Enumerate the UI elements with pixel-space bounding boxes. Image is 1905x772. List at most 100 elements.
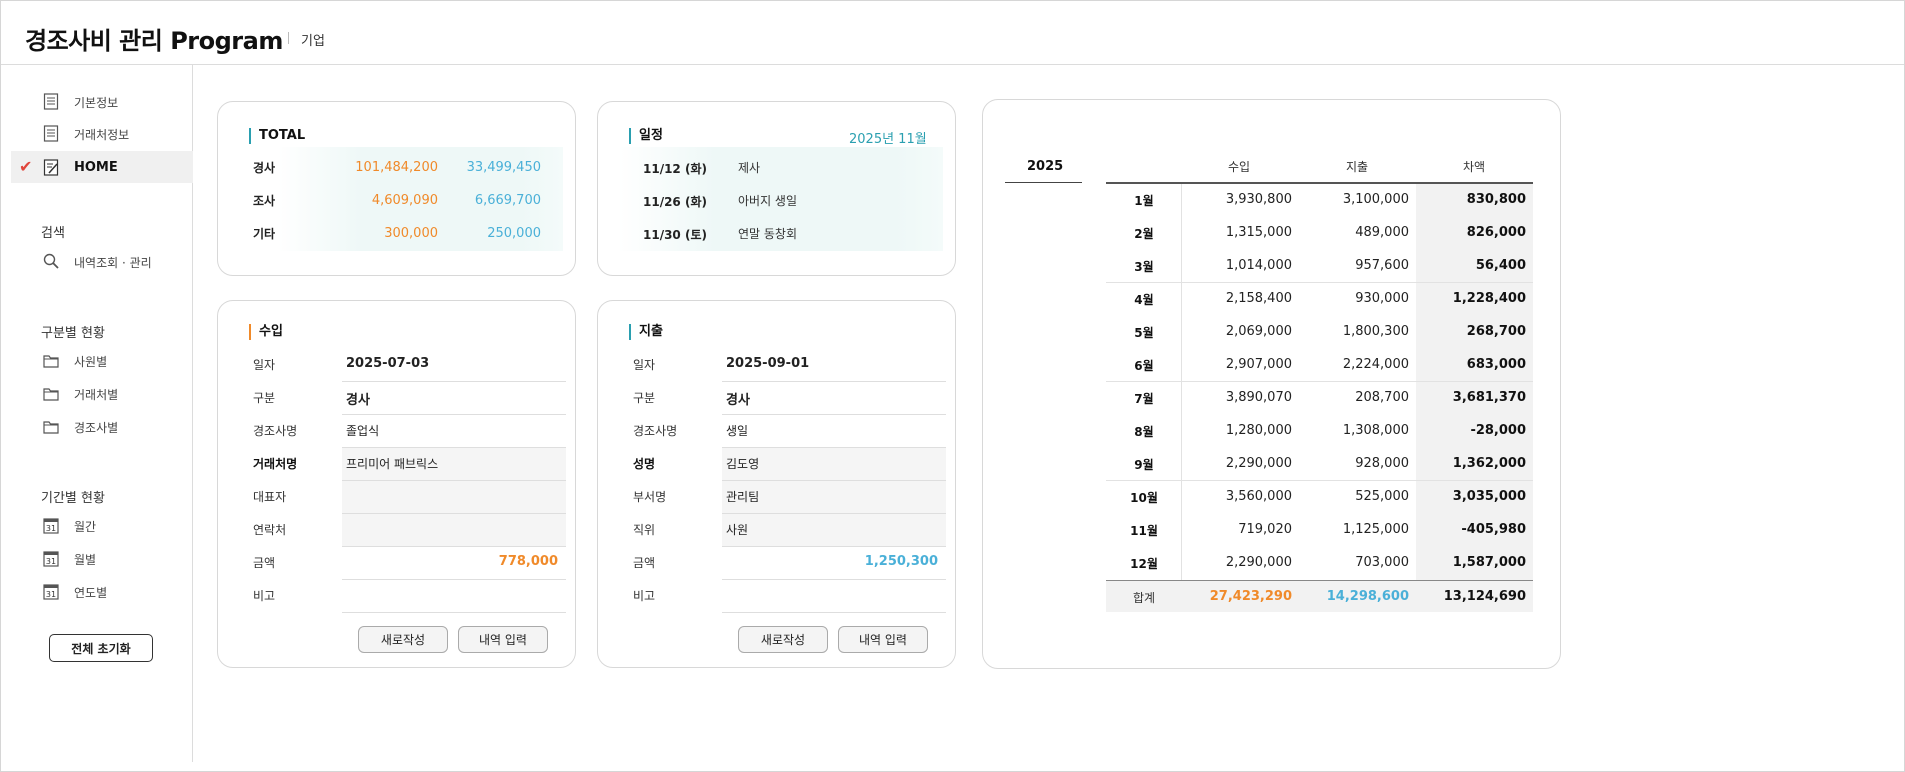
field-underline bbox=[722, 546, 946, 547]
summary-year: 2025 bbox=[1027, 159, 1064, 174]
month-expense: 1,800,300 bbox=[1342, 324, 1409, 339]
month-difference: 56,400 bbox=[1475, 258, 1526, 273]
year-underline bbox=[1005, 182, 1082, 183]
month-expense: 930,000 bbox=[1355, 291, 1409, 306]
month-label: 7월 bbox=[1134, 392, 1154, 406]
calendar-icon: 31 bbox=[43, 518, 59, 534]
schedule-date: 11/26 (화) bbox=[643, 195, 707, 209]
field-label: 일자 bbox=[633, 358, 656, 372]
sidebar-item-by-year[interactable]: 31 연도별 bbox=[11, 575, 193, 607]
sidebar: 기본정보 거래처정보 ✔ HOME 검색 내역조회 · 관리 구분별 현황 사원… bbox=[1, 65, 193, 762]
field-underline bbox=[342, 546, 566, 547]
folder-icon bbox=[43, 388, 59, 401]
income-form-card: 수입 일자 2025-07-03 구분 경사 경조사명 졸업식 거래처명 프리미… bbox=[217, 300, 576, 668]
reset-all-button[interactable]: 전체 초기화 bbox=[49, 634, 153, 662]
folder-icon bbox=[43, 355, 59, 368]
client-name-field[interactable]: 프리미어 패브릭스 bbox=[346, 455, 438, 472]
month-label: 4월 bbox=[1134, 293, 1154, 307]
month-label: 2월 bbox=[1134, 227, 1154, 241]
schedule-event: 제사 bbox=[738, 161, 761, 175]
month-expense: 703,000 bbox=[1355, 555, 1409, 570]
new-entry-button[interactable]: 새로작성 bbox=[738, 626, 828, 653]
date-field[interactable]: 2025-09-01 bbox=[726, 356, 809, 371]
total-income: 27,423,290 bbox=[1209, 589, 1292, 604]
month-expense: 1,125,000 bbox=[1342, 522, 1409, 537]
calendar-icon: 31 bbox=[43, 584, 59, 600]
schedule-card: 일정 2025년 11월 11/12 (화) 제사 11/26 (화) 아버지 … bbox=[597, 101, 956, 276]
sidebar-item-by-event[interactable]: 경조사별 bbox=[11, 410, 193, 442]
submit-entry-button[interactable]: 내역 입력 bbox=[838, 626, 928, 653]
sidebar-item-monthly-view[interactable]: 31 월간 bbox=[11, 509, 193, 541]
svg-text:31: 31 bbox=[46, 524, 56, 533]
field-underline bbox=[722, 513, 946, 514]
total-expense: 14,298,600 bbox=[1326, 589, 1409, 604]
expense-form-card: 지출 일자 2025-09-01 구분 경사 경조사명 생일 성명 김도영 부서… bbox=[597, 300, 956, 668]
month-income: 3,560,000 bbox=[1225, 489, 1292, 504]
field-label: 성명 bbox=[633, 457, 656, 471]
new-entry-button[interactable]: 새로작성 bbox=[358, 626, 448, 653]
amount-field[interactable]: 778,000 bbox=[438, 554, 558, 569]
schedule-date: 11/30 (토) bbox=[643, 228, 707, 242]
amount-field[interactable]: 1,250,300 bbox=[818, 554, 938, 569]
field-label: 구분 bbox=[633, 391, 656, 405]
month-income: 1,315,000 bbox=[1225, 225, 1292, 240]
calendar-icon: 31 bbox=[43, 551, 59, 567]
month-expense: 208,700 bbox=[1355, 390, 1409, 405]
schedule-date: 11/12 (화) bbox=[643, 162, 707, 176]
column-header-expense: 지출 bbox=[1345, 160, 1369, 174]
month-column-divider bbox=[1181, 184, 1182, 580]
month-difference: 3,035,000 bbox=[1452, 489, 1526, 504]
category-field[interactable]: 경사 bbox=[726, 389, 750, 408]
month-expense: 2,224,000 bbox=[1342, 357, 1409, 372]
total-row-income: 4,609,090 bbox=[371, 193, 438, 208]
sidebar-item-by-employee[interactable]: 사원별 bbox=[11, 344, 193, 376]
sidebar-item-basic-info[interactable]: 기본정보 bbox=[11, 85, 193, 117]
submit-entry-button[interactable]: 내역 입력 bbox=[458, 626, 548, 653]
event-name-field[interactable]: 생일 bbox=[726, 422, 748, 439]
month-difference: 683,000 bbox=[1466, 357, 1526, 372]
document-icon bbox=[43, 93, 59, 110]
field-underline bbox=[722, 381, 946, 382]
total-row-label: 경사 bbox=[253, 161, 276, 175]
field-label: 비고 bbox=[253, 589, 276, 603]
month-label: 11월 bbox=[1130, 524, 1158, 538]
date-field[interactable]: 2025-07-03 bbox=[346, 356, 429, 371]
total-card-title: TOTAL bbox=[249, 128, 305, 144]
sidebar-item-label: 월별 bbox=[74, 553, 97, 567]
quarter-divider bbox=[1106, 381, 1533, 382]
month-income: 2,290,000 bbox=[1225, 456, 1292, 471]
total-row-label: 기타 bbox=[253, 227, 276, 241]
total-row-income: 101,484,200 bbox=[355, 160, 438, 175]
schedule-card-title: 일정 bbox=[629, 128, 663, 144]
field-underline bbox=[342, 579, 566, 580]
field-underline bbox=[722, 612, 946, 613]
sidebar-item-by-month[interactable]: 31 월별 bbox=[11, 542, 193, 574]
field-label: 비고 bbox=[633, 589, 656, 603]
month-income: 3,930,800 bbox=[1225, 192, 1292, 207]
month-label: 10월 bbox=[1130, 491, 1158, 505]
sidebar-item-client-info[interactable]: 거래처정보 bbox=[11, 117, 193, 149]
sidebar-item-by-client[interactable]: 거래처별 bbox=[11, 377, 193, 409]
month-expense: 1,308,000 bbox=[1342, 423, 1409, 438]
field-label: 연락처 bbox=[253, 523, 287, 537]
sidebar-item-label: 거래처별 bbox=[74, 388, 119, 402]
app-subtitle: 기업 bbox=[301, 34, 325, 49]
field-underline bbox=[722, 414, 946, 415]
svg-text:31: 31 bbox=[46, 590, 56, 599]
field-underline bbox=[342, 513, 566, 514]
person-name-field[interactable]: 김도영 bbox=[726, 455, 759, 472]
month-expense: 525,000 bbox=[1355, 489, 1409, 504]
quarter-divider bbox=[1106, 480, 1533, 481]
sidebar-item-label: 월간 bbox=[74, 520, 97, 534]
field-label: 구분 bbox=[253, 391, 276, 405]
field-underline bbox=[722, 480, 946, 481]
position-field[interactable]: 사원 bbox=[726, 521, 748, 538]
sidebar-item-home[interactable]: ✔ HOME bbox=[11, 151, 193, 183]
total-row-income: 300,000 bbox=[384, 226, 438, 241]
total-row-label: 합계 bbox=[1132, 591, 1156, 605]
sidebar-item-search[interactable]: 내역조회 · 관리 bbox=[11, 245, 193, 277]
event-name-field[interactable]: 졸업식 bbox=[346, 422, 379, 439]
category-field[interactable]: 경사 bbox=[346, 389, 370, 408]
quarter-divider bbox=[1106, 282, 1533, 283]
department-field[interactable]: 관리팀 bbox=[726, 488, 759, 505]
